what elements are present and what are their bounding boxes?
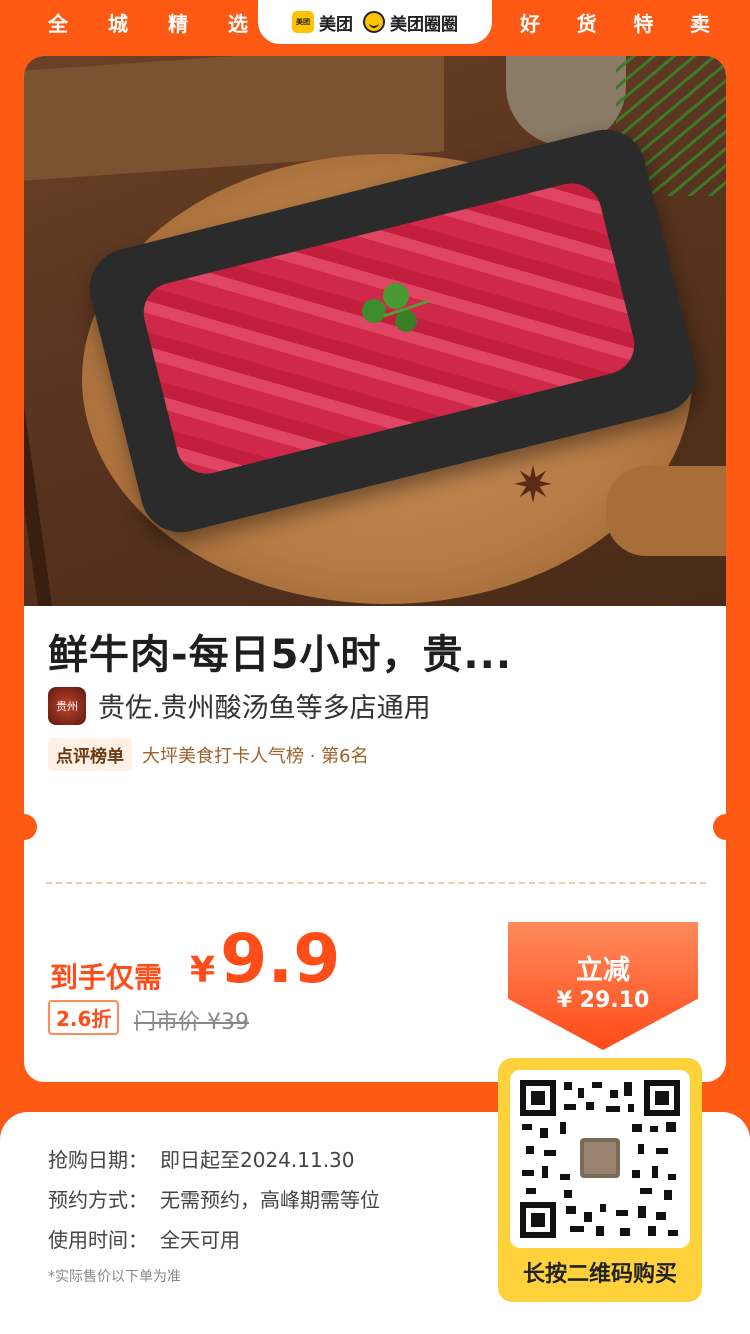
- quanquan-label: 美团圈圈: [390, 14, 458, 35]
- slogan-char: 好: [520, 12, 540, 36]
- original-price: 门市价 ¥39: [134, 1010, 249, 1035]
- qr-code-icon: [520, 1080, 680, 1238]
- rank-text: 大坪美食打卡人气榜 · 第6名: [142, 745, 369, 767]
- info-value: 全天可用: [160, 1228, 240, 1252]
- qr-code[interactable]: [510, 1070, 690, 1248]
- price-note: *实际售价以下单为准: [48, 1269, 181, 1285]
- slogan-char: 选: [228, 12, 248, 36]
- discount-badge: 2.6折: [48, 1000, 120, 1035]
- slogan-char: 精: [168, 12, 188, 36]
- shop-name: 贵佐.贵州酸汤鱼等多店通用: [98, 693, 431, 724]
- rank-row[interactable]: 点评榜单 大坪美食打卡人气榜 · 第6名: [48, 738, 369, 771]
- smile-logo-icon: [363, 11, 385, 33]
- qr-label: 长按二维码购买: [522, 1262, 677, 1287]
- photo-board-handle: [606, 466, 726, 556]
- product-photo: ✷: [24, 56, 726, 606]
- shop-row[interactable]: 贵州 贵佐.贵州酸汤鱼等多店通用: [48, 686, 431, 725]
- ticket-notch-left: [11, 814, 37, 840]
- meituan-logo-icon: 美团: [292, 11, 314, 33]
- info-value: 无需预约，高峰期需等位: [160, 1188, 380, 1212]
- header-right-slogan: 好 货 特 卖: [520, 8, 710, 38]
- slogan-char: 城: [108, 12, 128, 36]
- quanquan-brand: 美团圈圈: [363, 10, 458, 35]
- photo-chopstick: [24, 386, 55, 606]
- reduce-title: 立减: [576, 955, 630, 986]
- info-row-date: 抢购日期： 即日起至2024.11.30: [48, 1144, 380, 1184]
- info-row-time: 使用时间： 全天可用: [48, 1224, 380, 1264]
- qr-card[interactable]: 长按二维码购买: [498, 1058, 702, 1302]
- star-anise-icon: ✷: [512, 456, 554, 514]
- slogan-char: 卖: [689, 12, 710, 36]
- slogan-char: 特: [633, 12, 654, 36]
- price-label: 到手仅需: [50, 961, 163, 994]
- price-currency: ¥: [190, 950, 216, 991]
- meituan-brand: 美团 美团: [292, 10, 353, 35]
- cilantro-icon: [362, 283, 430, 332]
- slogan-char: 全: [48, 12, 68, 36]
- info-key: 使用时间：: [48, 1228, 148, 1252]
- header-left-slogan: 全 城 精 选: [48, 8, 248, 38]
- meituan-label: 美团: [319, 14, 353, 35]
- info-row-booking: 预约方式： 无需预约，高峰期需等位: [48, 1184, 380, 1224]
- price-value: 9.9: [220, 920, 341, 999]
- brand-tab: 美团 美团 美团圈圈: [258, 0, 492, 44]
- info-value: 即日起至2024.11.30: [160, 1148, 355, 1172]
- info-key: 预约方式：: [48, 1188, 148, 1212]
- ticket-notch-right: [713, 814, 739, 840]
- dashed-divider: [46, 882, 706, 884]
- shop-avatar: 贵州: [48, 686, 86, 725]
- slogan-char: 货: [576, 12, 597, 36]
- product-title: 鲜牛肉-每日5小时，贵...: [48, 632, 513, 678]
- purchase-info: 抢购日期： 即日起至2024.11.30 预约方式： 无需预约，高峰期需等位 使…: [48, 1144, 380, 1286]
- rank-badge: 点评榜单: [48, 738, 132, 771]
- reduce-value: ¥ 29.10: [556, 988, 650, 1013]
- info-key: 抢购日期：: [48, 1148, 148, 1172]
